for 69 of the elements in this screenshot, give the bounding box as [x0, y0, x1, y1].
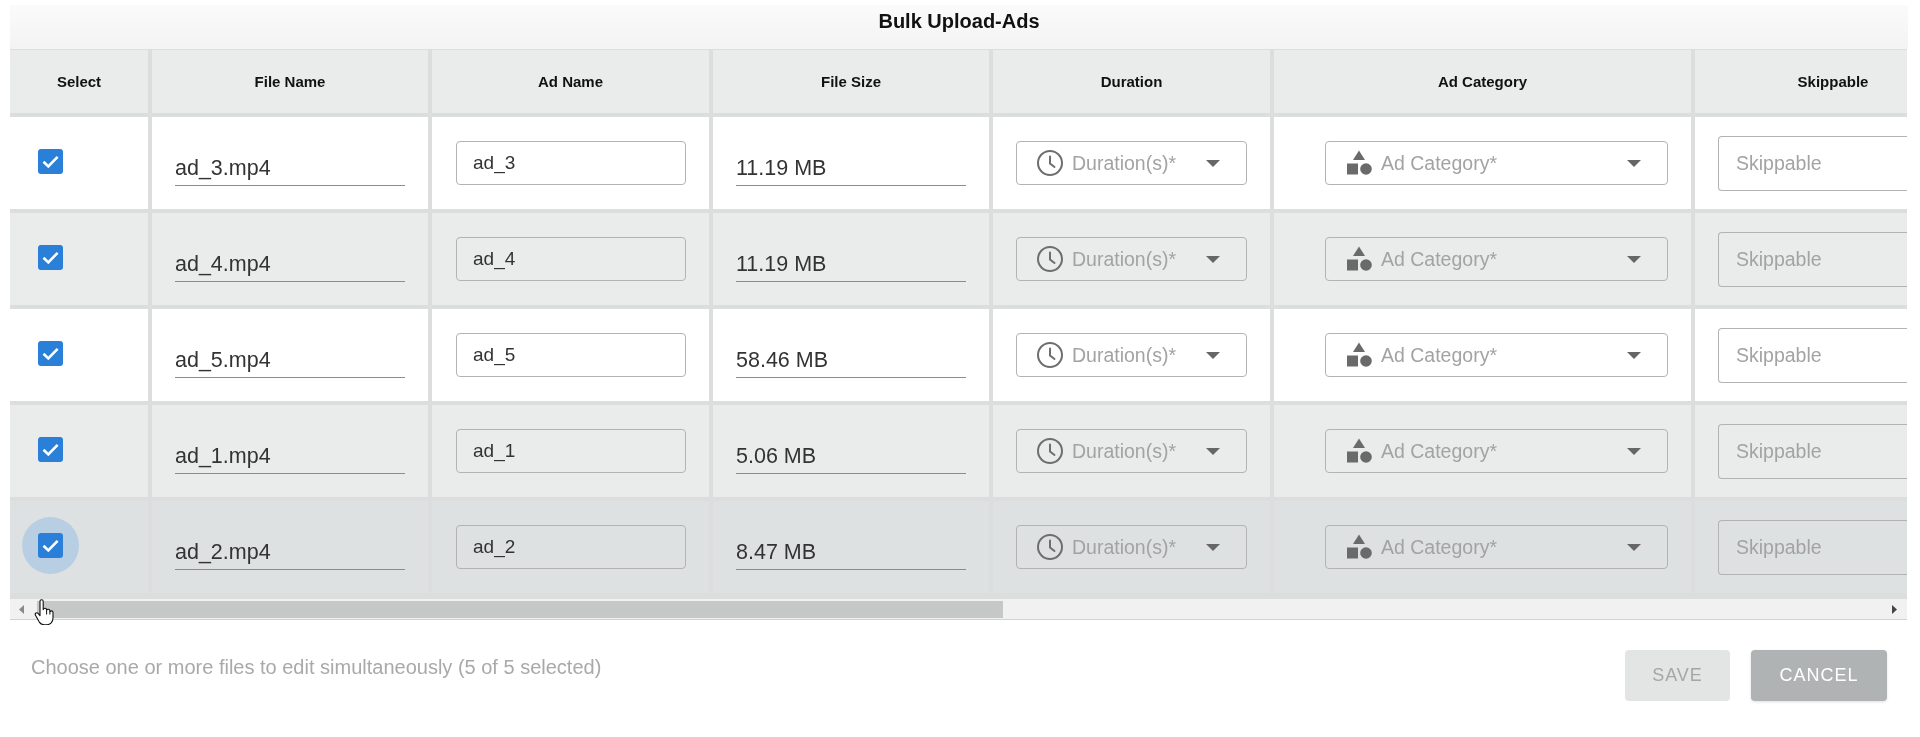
checkbox[interactable] — [38, 533, 63, 558]
dropdown-caret-icon — [1627, 543, 1641, 551]
ad-category-select[interactable]: Ad Category* — [1325, 525, 1668, 569]
shapes-icon — [1345, 533, 1373, 561]
ad-category-select[interactable]: Ad Category* — [1325, 237, 1668, 281]
ad-name-field[interactable]: ad_5 — [456, 333, 686, 377]
scroll-right-arrow-icon[interactable] — [1892, 604, 1897, 614]
skippable-field[interactable]: Skippable — [1718, 231, 1907, 287]
column-header: Skippable — [1796, 72, 1870, 92]
checkbox[interactable] — [38, 149, 63, 174]
dropdown-caret-icon — [1206, 255, 1220, 263]
dropdown-caret-icon — [1627, 159, 1641, 167]
dropdown-caret-icon — [1627, 255, 1641, 263]
shapes-icon — [1345, 437, 1373, 465]
clock-icon — [1036, 341, 1064, 369]
checkbox[interactable] — [38, 245, 63, 270]
clock-icon — [1036, 437, 1064, 465]
file-name-field[interactable]: ad_5.mp4 — [175, 348, 405, 378]
column-header: Ad Name — [432, 50, 713, 113]
file-name-field[interactable]: ad_3.mp4 — [175, 156, 405, 186]
skippable-field[interactable]: Skippable — [1718, 327, 1907, 383]
file-size-field[interactable]: 5.06 MB — [736, 444, 966, 474]
file-name-field[interactable]: ad_4.mp4 — [175, 252, 405, 282]
dropdown-caret-icon — [1206, 543, 1220, 551]
ad-name-field[interactable]: ad_4 — [456, 237, 686, 281]
clock-icon — [1036, 149, 1064, 177]
skippable-field[interactable]: Skippable — [1718, 423, 1907, 479]
dropdown-caret-icon — [1627, 351, 1641, 359]
duration-select[interactable]: Duration(s)* — [1016, 237, 1247, 281]
file-name-field[interactable]: ad_1.mp4 — [175, 444, 405, 474]
clock-icon — [1036, 533, 1064, 561]
ad-name-field[interactable]: ad_1 — [456, 429, 686, 473]
dropdown-caret-icon — [1206, 159, 1220, 167]
dialog-title: Bulk Upload-Ads — [878, 9, 1040, 33]
duration-select[interactable]: Duration(s)* — [1016, 333, 1247, 377]
shapes-icon — [1345, 149, 1373, 177]
ad-name-field[interactable]: ad_2 — [456, 525, 686, 569]
file-size-field[interactable]: 58.46 MB — [736, 348, 966, 378]
dropdown-caret-icon — [1206, 447, 1220, 455]
file-name-field[interactable]: ad_2.mp4 — [175, 540, 405, 570]
duration-select[interactable]: Duration(s)* — [1016, 525, 1247, 569]
ad-category-select[interactable]: Ad Category* — [1325, 141, 1668, 185]
scrollbar-thumb[interactable] — [37, 600, 1003, 618]
column-header: File Name — [152, 50, 432, 113]
ad-category-select[interactable]: Ad Category* — [1325, 333, 1668, 377]
file-size-field[interactable]: 11.19 MB — [736, 252, 966, 282]
file-size-field[interactable]: 8.47 MB — [736, 540, 966, 570]
file-size-field[interactable]: 11.19 MB — [736, 156, 966, 186]
skippable-field[interactable]: Skippable — [1718, 519, 1907, 575]
skippable-field[interactable]: Skippable — [1718, 135, 1907, 191]
clock-icon — [1036, 245, 1064, 273]
checkbox[interactable] — [38, 341, 63, 366]
hand-cursor-icon — [34, 599, 54, 625]
shapes-icon — [1345, 245, 1373, 273]
duration-select[interactable]: Duration(s)* — [1016, 429, 1247, 473]
footer-hint: Choose one or more files to edit simultaneously (5 of 5 selected) — [31, 655, 602, 679]
shapes-icon — [1345, 341, 1373, 369]
column-header: Duration — [993, 50, 1274, 113]
horizontal-scrollbar[interactable] — [10, 599, 1907, 620]
duration-select[interactable]: Duration(s)* — [1016, 141, 1247, 185]
checkbox[interactable] — [38, 437, 63, 462]
ad-name-field[interactable]: ad_3 — [456, 141, 686, 185]
column-header: Select — [10, 50, 152, 113]
column-header: Ad Category — [1274, 50, 1695, 113]
column-header: File Size — [713, 50, 993, 113]
dropdown-caret-icon — [1206, 351, 1220, 359]
dropdown-caret-icon — [1627, 447, 1641, 455]
scroll-left-arrow-icon[interactable] — [19, 604, 24, 614]
ad-category-select[interactable]: Ad Category* — [1325, 429, 1668, 473]
